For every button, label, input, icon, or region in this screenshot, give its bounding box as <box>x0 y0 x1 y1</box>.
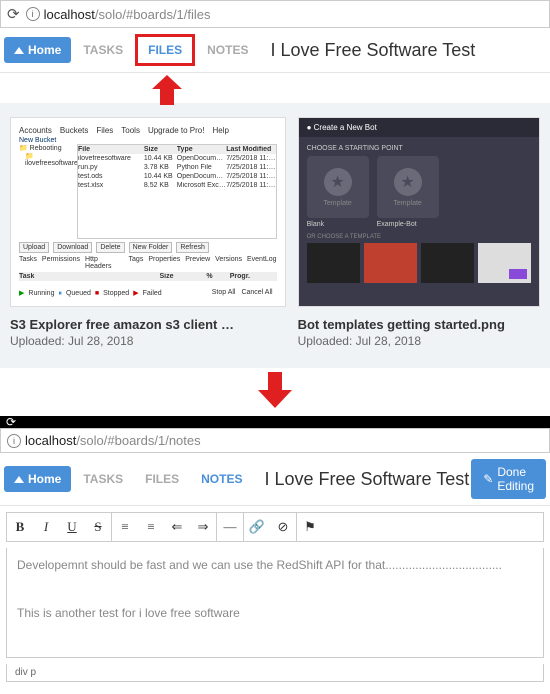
reload-icon[interactable]: ⟳ <box>6 415 16 429</box>
tab-notes[interactable]: NOTES <box>197 37 258 63</box>
tab-tasks[interactable]: TASKS <box>73 466 133 492</box>
strike-button[interactable]: S <box>85 513 111 541</box>
reload-icon[interactable]: ⟳ <box>7 5 20 23</box>
hr-button[interactable]: — <box>217 513 243 541</box>
file-uploaded: Uploaded: Jul 28, 2018 <box>298 334 540 348</box>
browser-chrome-strip: ⟳ <box>0 416 550 428</box>
tab-files[interactable]: FILES <box>135 466 189 492</box>
outdent-button[interactable]: ⇐ <box>164 513 190 541</box>
list-unordered-button[interactable]: ≡ <box>138 513 164 541</box>
app-toolbar-top: Home TASKS FILES NOTES I Love Free Softw… <box>0 28 550 73</box>
editor-path: div p <box>6 664 544 682</box>
bot-choose-label: CHOOSE A STARTING POINT <box>307 145 531 152</box>
tab-notes[interactable]: NOTES <box>191 466 252 492</box>
browser-address-bar-bottom: i localhost/solo/#boards/1/notes <box>0 428 550 453</box>
editor-body[interactable]: Developemnt should be fast and we can us… <box>6 548 544 658</box>
home-button[interactable]: Home <box>4 37 71 63</box>
s3-tree: 📁 Rebooting 📁 ilovefreesoftware <box>19 144 74 239</box>
bold-button[interactable]: B <box>7 513 33 541</box>
editor-toolbar: B I U S ≡ ≡ ⇐ ⇒ — 🔗 ⊘ ⚑ <box>6 512 544 542</box>
files-grid: AccountsBucketsFilesToolsUpgrade to Pro!… <box>0 103 550 368</box>
editor-para: This is another test for i love free sof… <box>17 606 533 620</box>
tab-tasks[interactable]: TASKS <box>73 37 133 63</box>
file-card[interactable]: ● Create a New Bot CHOOSE A STARTING POI… <box>298 117 540 348</box>
bot-strip <box>307 243 531 283</box>
page-title: I Love Free Software Test <box>270 40 546 61</box>
home-button[interactable]: Home <box>4 466 71 492</box>
underline-button[interactable]: U <box>59 513 85 541</box>
s3-statusbar: ▶Running⏸Queued■Stopped▶Failed Stop All … <box>19 289 277 298</box>
callout-arrow-down-icon <box>258 372 292 408</box>
italic-button[interactable]: I <box>33 513 59 541</box>
bot-or-label: OR CHOOSE A TEMPLATE <box>307 234 531 240</box>
pencil-icon: ✎ <box>483 472 493 486</box>
flag-button[interactable]: ⚑ <box>297 513 323 541</box>
info-icon[interactable]: i <box>7 434 21 448</box>
bot-header: ● Create a New Bot <box>299 118 539 137</box>
info-icon[interactable]: i <box>26 7 40 21</box>
file-title: S3 Explorer free amazon s3 client … <box>10 317 286 332</box>
file-thumbnail: AccountsBucketsFilesToolsUpgrade to Pro!… <box>10 117 286 307</box>
file-title: Bot templates getting started.png <box>298 317 540 332</box>
s3-new-bucket: New Bucket <box>19 137 277 144</box>
s3-menu: AccountsBucketsFilesToolsUpgrade to Pro!… <box>19 126 277 135</box>
url-text[interactable]: localhost/solo/#boards/1/notes <box>25 433 543 448</box>
page-title: I Love Free Software Test <box>264 469 469 490</box>
done-editing-button[interactable]: ✎ Done Editing <box>471 459 546 499</box>
unlink-button[interactable]: ⊘ <box>270 513 296 541</box>
link-button[interactable]: 🔗 <box>244 513 270 541</box>
indent-button[interactable]: ⇒ <box>190 513 216 541</box>
tab-files[interactable]: FILES <box>135 34 195 66</box>
bot-templates: ★Template ★Template <box>307 156 531 218</box>
file-card[interactable]: AccountsBucketsFilesToolsUpgrade to Pro!… <box>10 117 286 348</box>
url-text[interactable]: localhost/solo/#boards/1/files <box>44 7 543 22</box>
s3-table: FileSizeTypeLast Modified ilovefreesoftw… <box>77 144 277 239</box>
file-uploaded: Uploaded: Jul 28, 2018 <box>10 334 286 348</box>
home-icon <box>14 47 24 54</box>
browser-address-bar-top: ⟳ i localhost/solo/#boards/1/files <box>0 0 550 28</box>
s3-toolbar: UploadDownloadDeleteNew FolderRefresh <box>19 242 277 253</box>
home-icon <box>14 476 24 483</box>
s3-tabs: TasksPermissionsHttp HeadersTagsProperti… <box>19 256 277 270</box>
done-editing-label: Done Editing <box>497 465 534 493</box>
file-thumbnail: ● Create a New Bot CHOOSE A STARTING POI… <box>298 117 540 307</box>
app-toolbar-bottom: Home TASKS FILES NOTES I Love Free Softw… <box>0 453 550 506</box>
list-ordered-button[interactable]: ≡ <box>112 513 138 541</box>
callout-arrow-up-icon <box>152 75 182 105</box>
home-label: Home <box>28 472 61 486</box>
editor-para: Developemnt should be fast and we can us… <box>17 558 533 572</box>
home-label: Home <box>28 43 61 57</box>
